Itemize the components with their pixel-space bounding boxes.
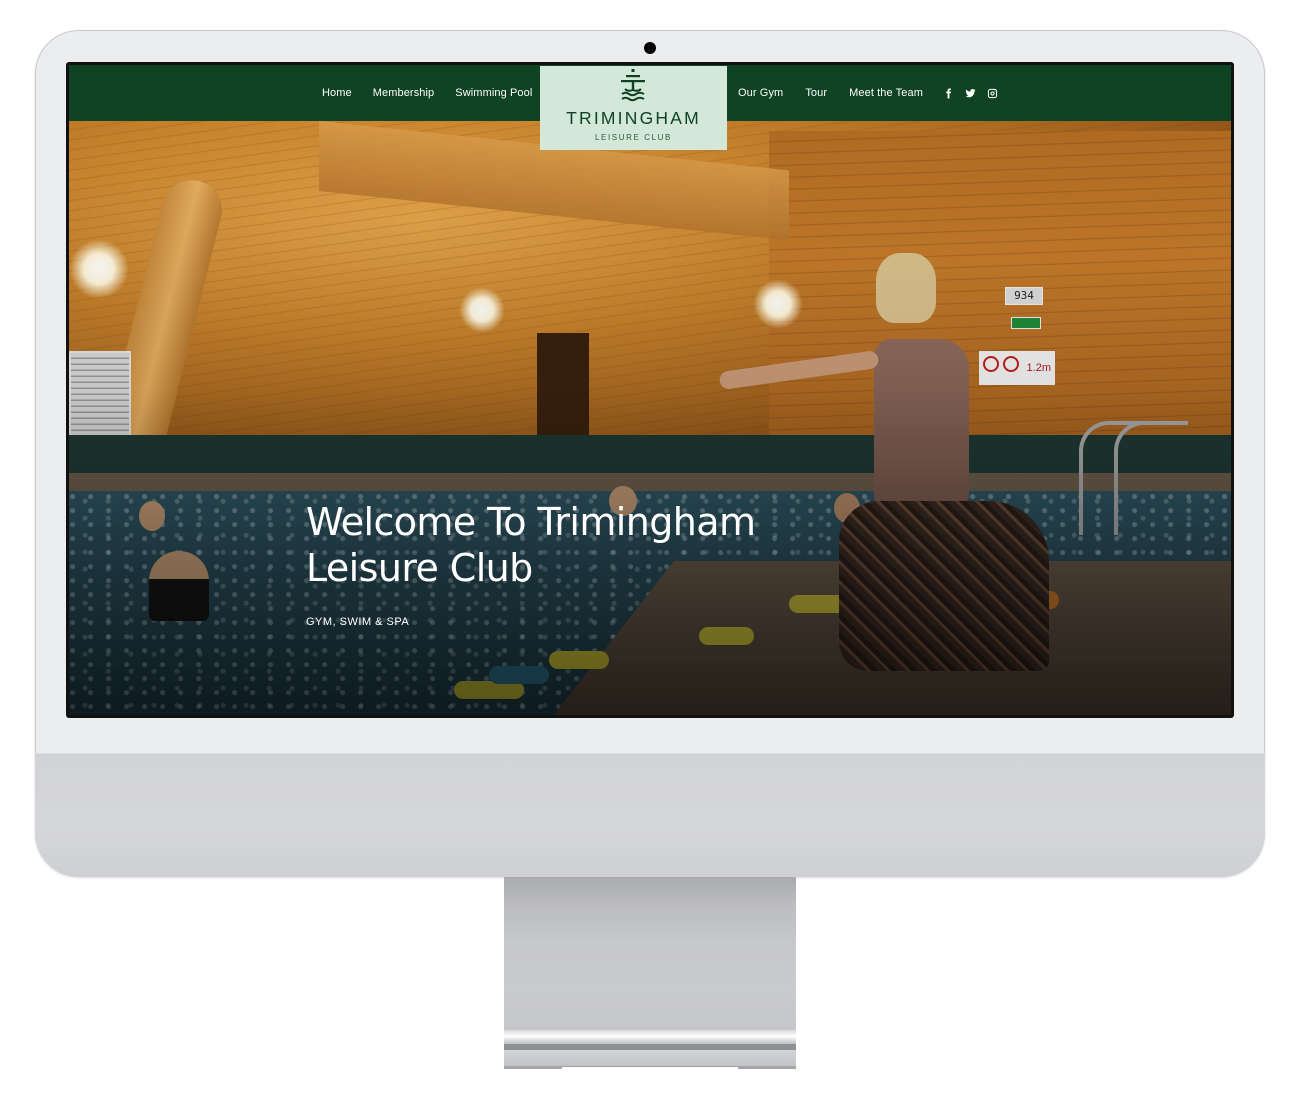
monitor-stand: [504, 877, 796, 1042]
logo-name: TRIMINGHAM: [566, 108, 701, 128]
nav-link-swimming-pool[interactable]: Swimming Pool: [455, 87, 532, 99]
hero-title: Welcome To Trimingham Leisure Club: [306, 500, 756, 590]
logo-subtitle: LEISURE CLUB: [595, 133, 672, 142]
hero-subtitle: GYM, SWIM & SPA: [306, 616, 410, 628]
nav-link-tour[interactable]: Tour: [805, 87, 827, 99]
nav-link-our-gym[interactable]: Our Gym: [738, 87, 783, 99]
stand-highlight: [504, 1030, 796, 1044]
nav-left-group: Home Membership Swimming Pool: [322, 65, 553, 121]
instagram-icon[interactable]: [987, 87, 999, 99]
screen: Home Membership Swimming Pool Our Gym To…: [66, 62, 1234, 718]
website-viewport: Home Membership Swimming Pool Our Gym To…: [69, 65, 1231, 715]
twitter-icon[interactable]: [965, 87, 977, 99]
nav-right-group: Our Gym Tour Meet the Team: [738, 65, 999, 121]
nav-link-membership[interactable]: Membership: [373, 87, 435, 99]
hero-overlay: [69, 121, 1231, 715]
monitor-chin: [35, 753, 1265, 877]
nav-link-meet-the-team[interactable]: Meet the Team: [849, 87, 923, 99]
nav-link-home[interactable]: Home: [322, 87, 352, 99]
site-logo[interactable]: TRIMINGHAM LEISURE CLUB: [540, 66, 727, 150]
camera: [644, 42, 656, 54]
facebook-icon[interactable]: [943, 87, 955, 99]
stand-foot: [504, 1050, 796, 1069]
hero-section: 934 1.2m: [69, 121, 1231, 715]
social-links: [943, 87, 999, 99]
pier-logo-icon: [621, 69, 645, 102]
